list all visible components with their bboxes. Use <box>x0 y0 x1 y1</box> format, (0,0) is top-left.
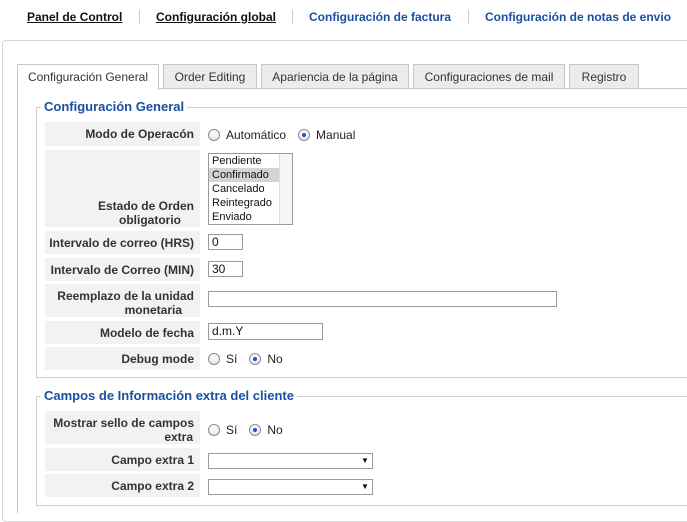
tab-apariencia-pagina[interactable]: Apariencia de la página <box>261 64 409 88</box>
extra-legend: Campos de Información extra del cliente <box>41 388 297 403</box>
debug-mode-options: Sí No <box>208 351 295 367</box>
nav-panel-control[interactable]: Panel de Control <box>27 10 122 24</box>
general-legend: Configuración General <box>41 99 188 114</box>
intervalo-hrs-label: Intervalo de correo (HRS) <box>45 231 200 254</box>
nav-configuracion-notas-envio[interactable]: Configuración de notas de envio <box>485 10 671 24</box>
estado-orden-listbox[interactable]: Pendiente Confirmado Cancelado Reintegra… <box>208 153 293 225</box>
estado-orden-label: Estado de Orden obligatorio <box>45 150 200 227</box>
listbox-scrollbar[interactable] <box>279 154 292 224</box>
campo-extra-2-select[interactable]: ▼ <box>208 479 373 495</box>
radio-mostrar-no[interactable] <box>249 424 262 436</box>
modelo-fecha-label: Modelo de fecha <box>45 321 200 344</box>
nav-separator <box>139 10 140 24</box>
radio-mostrar-si[interactable] <box>208 424 220 436</box>
radio-debug-no-label: No <box>267 352 283 366</box>
radio-debug-si[interactable] <box>208 353 220 365</box>
modo-operacion-label: Modo de Operacón <box>45 122 200 146</box>
radio-manual-label: Manual <box>316 128 356 142</box>
debug-mode-label: Debug mode <box>45 347 200 370</box>
campo-extra-1-label: Campo extra 1 <box>45 448 200 471</box>
campo-extra-1-select[interactable]: ▼ <box>208 453 373 469</box>
reemplazo-input[interactable] <box>208 291 557 307</box>
modelo-fecha-input[interactable]: d.m.Y <box>208 323 323 340</box>
radio-manual[interactable] <box>298 129 311 141</box>
nav-separator <box>292 10 293 24</box>
nav-configuracion-global[interactable]: Configuración global <box>156 10 276 24</box>
intervalo-min-label: Intervalo de Correo (MIN) <box>45 258 200 281</box>
modo-operacion-options: Automático Manual <box>208 127 367 143</box>
radio-automatico-label: Automático <box>226 128 287 142</box>
tab-configuraciones-mail[interactable]: Configuraciones de mail <box>413 64 565 88</box>
radio-automatico[interactable] <box>208 129 220 141</box>
tab-order-editing[interactable]: Order Editing <box>163 64 257 88</box>
intervalo-hrs-input[interactable]: 0 <box>208 234 243 250</box>
tab-configuracion-general[interactable]: Configuración General <box>17 64 159 90</box>
chevron-down-icon: ▼ <box>359 455 371 467</box>
chevron-down-icon: ▼ <box>359 481 371 493</box>
radio-mostrar-no-label: No <box>267 423 283 437</box>
nav-separator <box>468 10 469 24</box>
nav-configuracion-factura[interactable]: Configuración de factura <box>309 10 451 24</box>
radio-mostrar-si-label: Sí <box>226 423 238 437</box>
radio-debug-si-label: Sí <box>226 352 238 366</box>
radio-debug-no[interactable] <box>249 353 262 365</box>
tab-registro[interactable]: Registro <box>569 64 639 88</box>
campo-extra-2-label: Campo extra 2 <box>45 474 200 497</box>
mostrar-sello-label: Mostrar sello de campos extra <box>45 411 200 444</box>
top-navigation: Panel de Control Configuración global Co… <box>0 0 687 34</box>
intervalo-min-input[interactable]: 30 <box>208 261 243 277</box>
mostrar-sello-options: Sí No <box>208 422 295 438</box>
reemplazo-label: Reemplazo de la unidad monetaria <box>45 284 200 317</box>
